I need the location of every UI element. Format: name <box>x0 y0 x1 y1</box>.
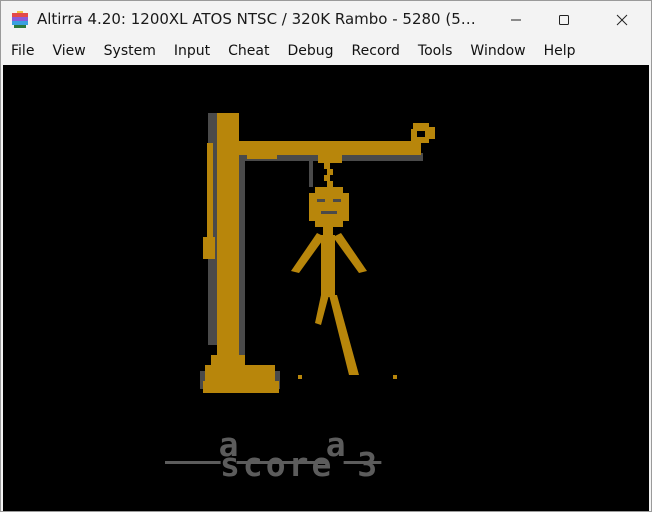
hangman-figure <box>291 187 367 375</box>
menu-debug[interactable]: Debug <box>288 43 334 59</box>
menu-tools[interactable]: Tools <box>418 43 453 59</box>
window-title: Altirra 4.20: 1200XL ATOS NTSC / 320K Ra… <box>37 10 477 28</box>
menu-view[interactable]: View <box>52 43 85 59</box>
title-bar[interactable]: Altirra 4.20: 1200XL ATOS NTSC / 320K Ra… <box>1 1 651 39</box>
ground-dots <box>298 375 397 379</box>
emulator-screen[interactable]: ___a_____a__ score 3 <box>3 65 649 511</box>
menu-bar: File View System Input Cheat Debug Recor… <box>1 39 651 63</box>
menu-file[interactable]: File <box>11 43 34 59</box>
menu-cheat[interactable]: Cheat <box>228 43 269 59</box>
minimize-icon <box>511 19 521 21</box>
maximize-icon <box>559 15 569 25</box>
menu-record[interactable]: Record <box>352 43 400 59</box>
gallows <box>203 113 435 393</box>
menu-help[interactable]: Help <box>544 43 576 59</box>
close-button[interactable] <box>599 1 645 39</box>
score-display: score 3 <box>220 445 381 484</box>
menu-input[interactable]: Input <box>174 43 210 59</box>
noose-rope <box>324 163 333 187</box>
emulator-window: Altirra 4.20: 1200XL ATOS NTSC / 320K Ra… <box>0 0 652 512</box>
altirra-app-icon <box>12 11 28 28</box>
minimize-button[interactable] <box>493 1 539 39</box>
maximize-button[interactable] <box>541 1 587 39</box>
menu-system[interactable]: System <box>104 43 156 59</box>
menu-window[interactable]: Window <box>470 43 525 59</box>
close-icon <box>616 14 628 26</box>
